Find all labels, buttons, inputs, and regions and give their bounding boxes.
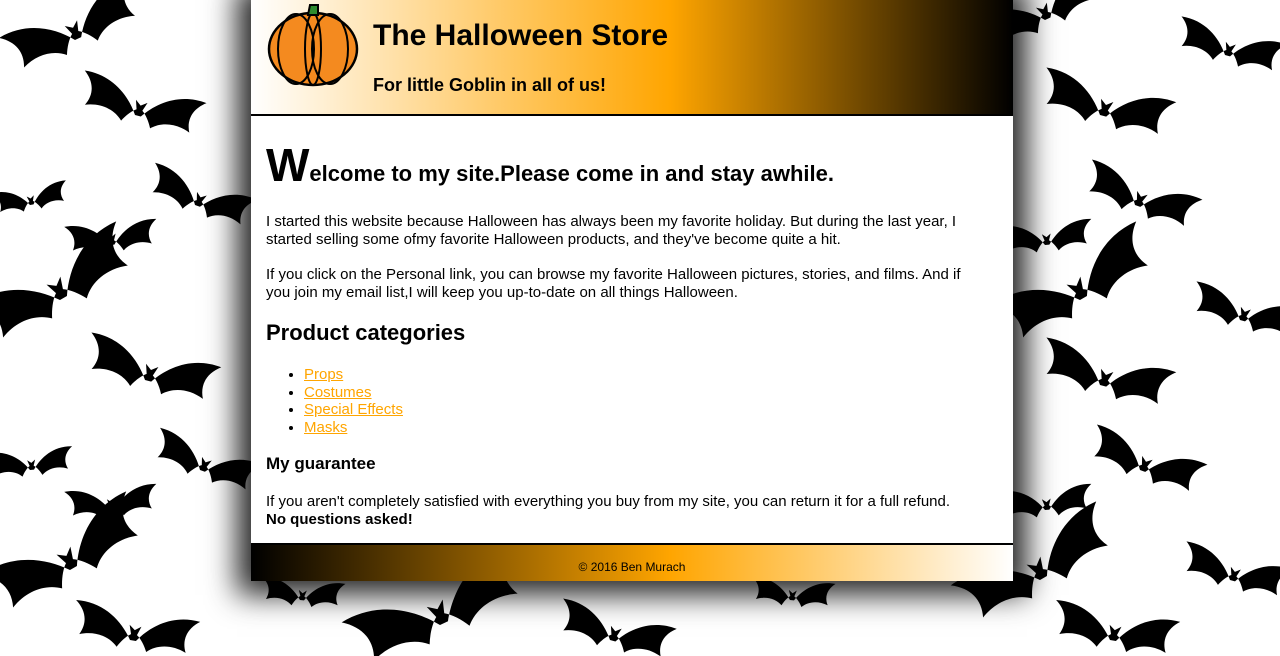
- bat-icon: [1172, 16, 1280, 78]
- welcome-heading-text: elcome to my site.Please come in and sta…: [309, 161, 834, 186]
- bat-icon: [1035, 67, 1177, 143]
- site-header: The Halloween Store For little Goblin in…: [251, 0, 1013, 116]
- list-item: Props: [304, 366, 986, 384]
- bat-icon: [0, 445, 75, 480]
- list-item: Special Effects: [304, 401, 986, 419]
- bat-icon: [749, 576, 836, 610]
- bat-icon: [0, 180, 70, 217]
- bat-icon: [0, 0, 148, 78]
- bat-icon: [1035, 337, 1177, 413]
- list-item: Masks: [304, 419, 986, 437]
- category-link-costumes[interactable]: Costumes: [304, 384, 372, 401]
- category-link-special-effects[interactable]: Special Effects: [304, 401, 403, 418]
- bat-icon: [143, 162, 258, 232]
- bat-icon: [1187, 281, 1280, 343]
- bat-icon: [1079, 159, 1203, 234]
- intro-paragraph-2: If you click on the Personal link, you c…: [266, 266, 961, 301]
- product-categories-list: Props Costumes Special Effects Masks: [266, 366, 986, 436]
- bat-icon: [259, 576, 346, 610]
- bat-icon: [148, 427, 263, 497]
- list-item: Costumes: [304, 384, 986, 402]
- site-tagline: For little Goblin in all of us!: [373, 75, 606, 95]
- site-title: The Halloween Store: [373, 19, 669, 52]
- page-container: The Halloween Store For little Goblin in…: [251, 0, 1013, 581]
- pumpkin-icon: [267, 4, 359, 87]
- guarantee-heading: My guarantee: [266, 454, 376, 473]
- category-link-masks[interactable]: Masks: [304, 419, 347, 436]
- main-content: Welcome to my site.Please come in and st…: [266, 116, 986, 529]
- category-link-props[interactable]: Props: [304, 366, 343, 383]
- product-categories-heading: Product categories: [266, 320, 466, 345]
- bat-icon: [1177, 541, 1280, 603]
- bat-icon: [74, 70, 207, 141]
- copyright-text: © 2016 Ben Murach: [578, 560, 686, 574]
- bat-icon: [999, 218, 1094, 256]
- guarantee-text: If you aren't completely satisfied with …: [266, 493, 951, 510]
- guarantee-emphasis: No questions asked!: [266, 511, 413, 528]
- bat-icon: [69, 599, 201, 656]
- intro-paragraph-1: I started this website because Halloween…: [266, 213, 957, 248]
- welcome-drop-cap: W: [266, 139, 310, 191]
- welcome-heading: Welcome to my site.Please come in and st…: [266, 142, 986, 190]
- bat-icon: [553, 598, 677, 656]
- bat-icon: [1049, 599, 1181, 656]
- site-footer: © 2016 Ben Murach: [251, 543, 1013, 581]
- bat-icon: [80, 332, 222, 408]
- bat-icon: [1084, 424, 1208, 499]
